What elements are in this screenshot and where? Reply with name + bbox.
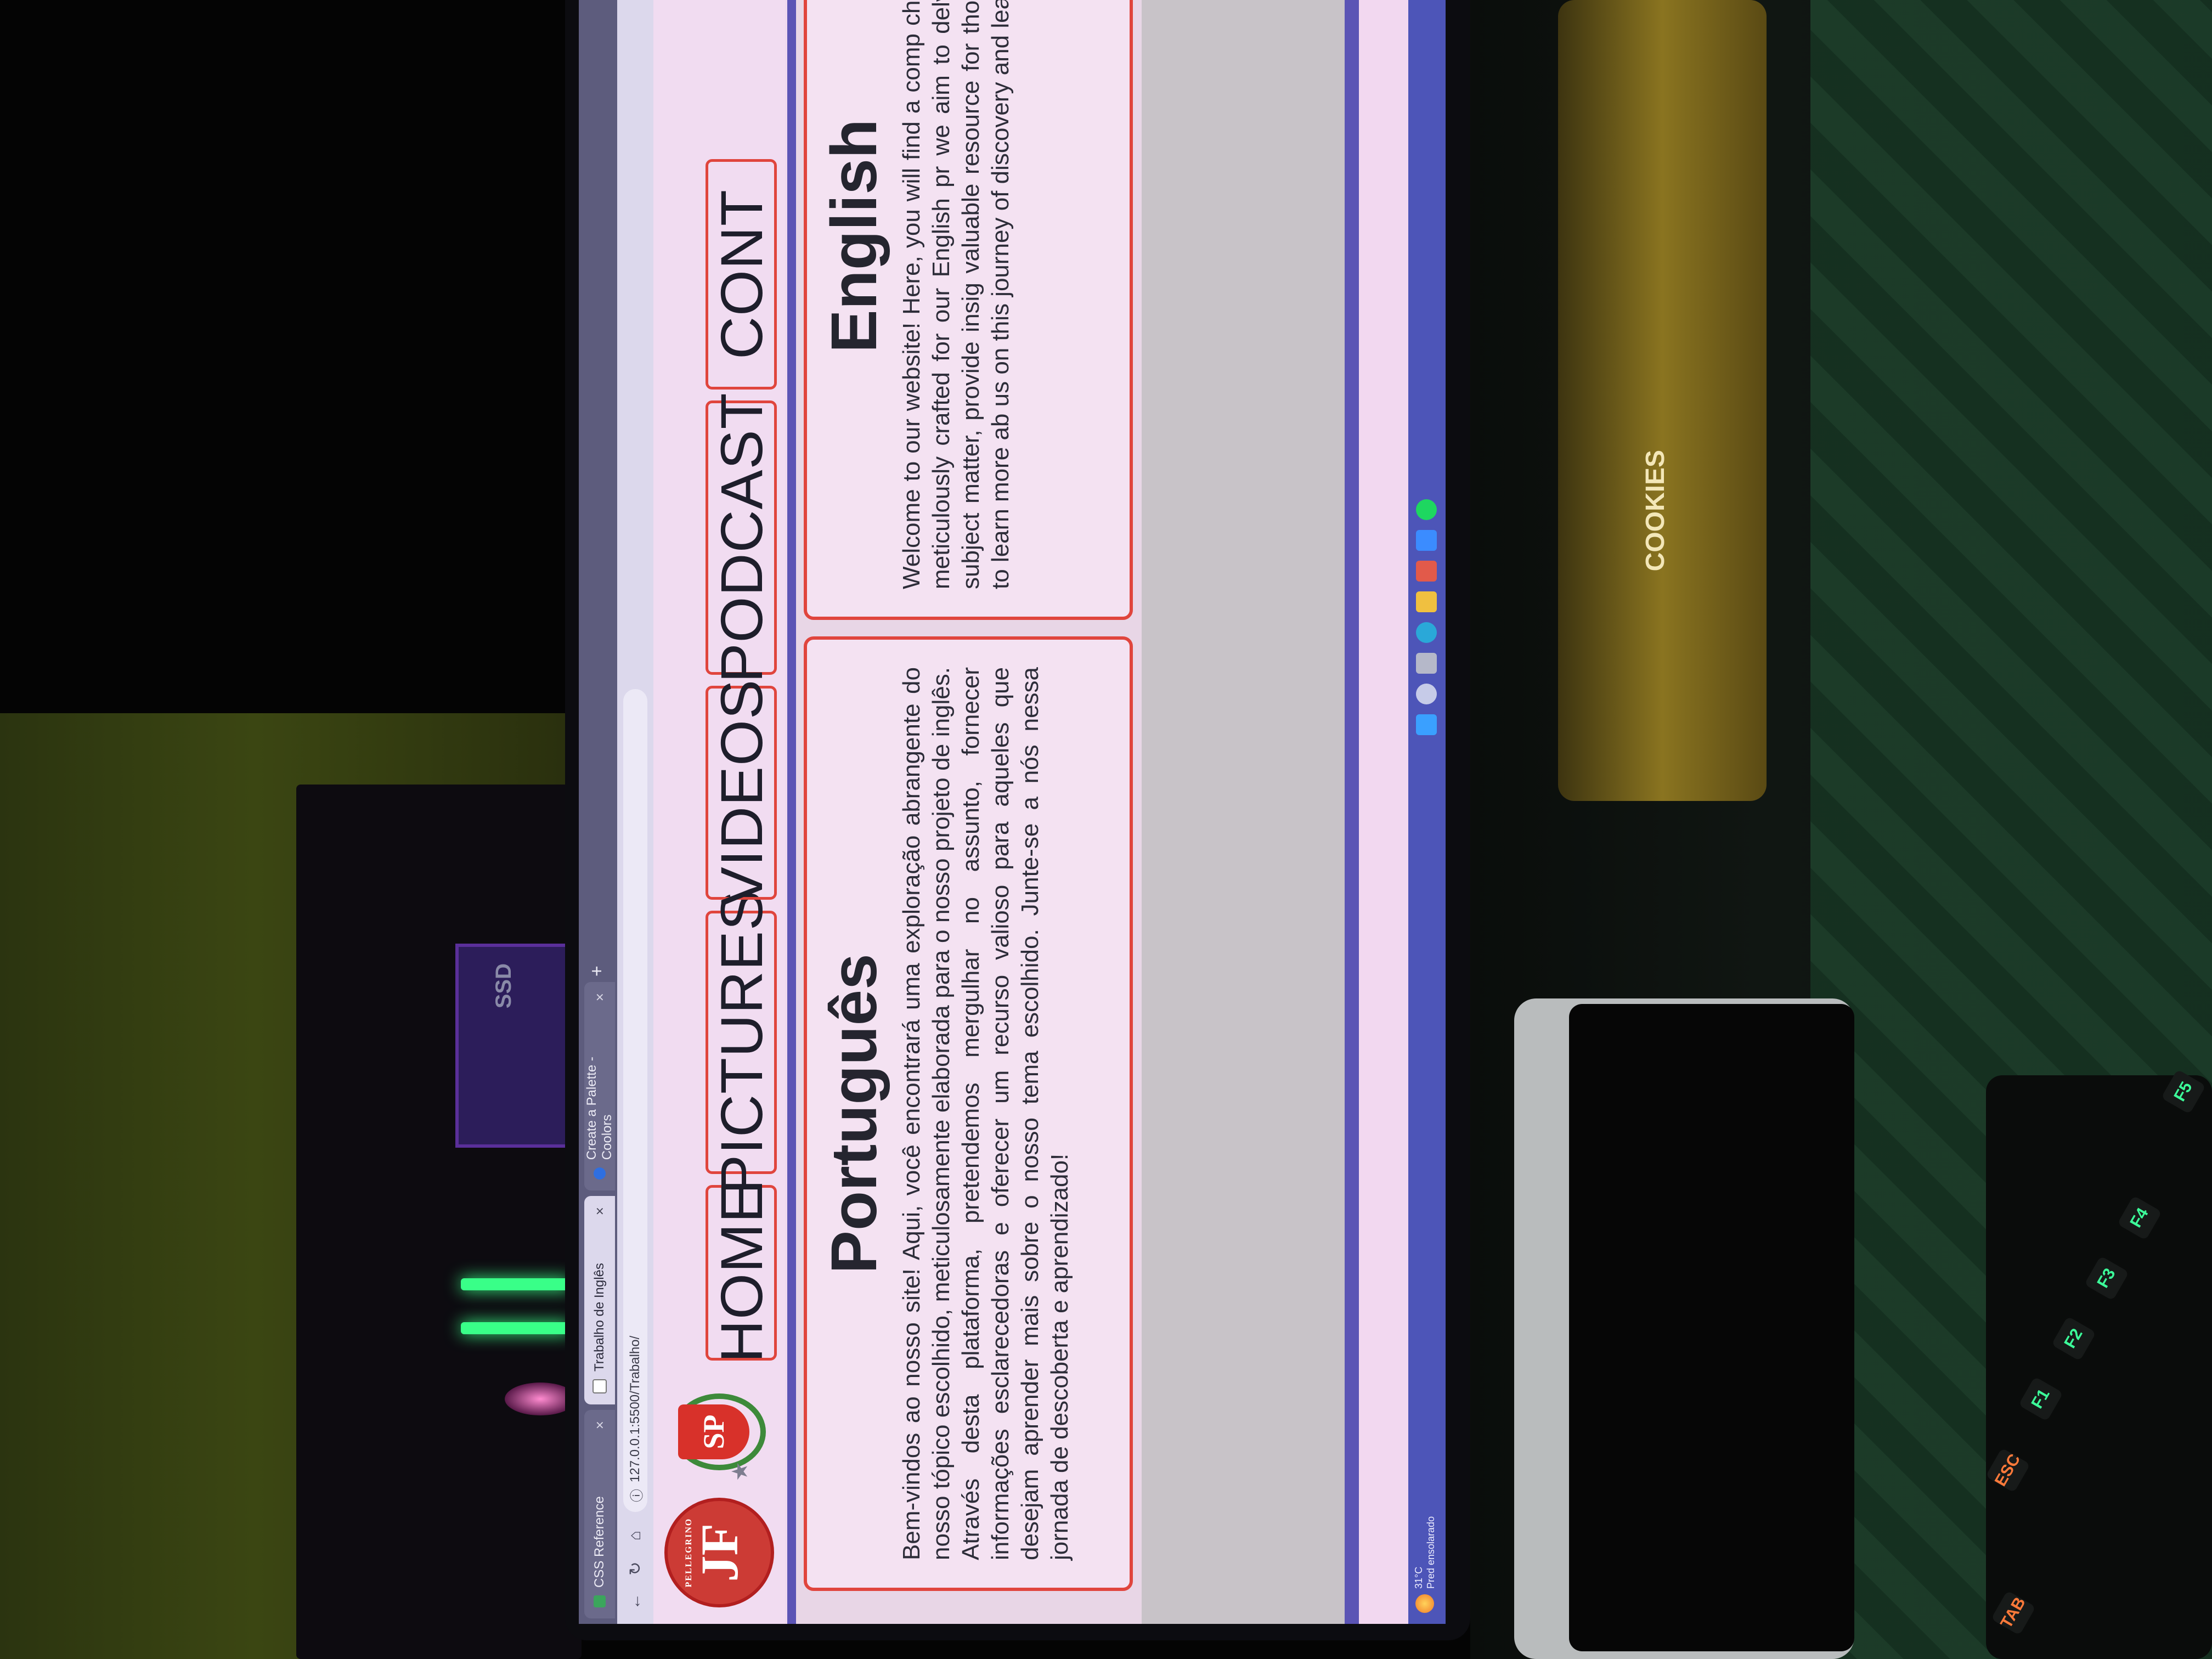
- keyboard: ESC F1 F2 F3 F4 F5 TAB: [1985, 1069, 2212, 1659]
- address-bar[interactable]: ⓘ 127.0.0.1:5500/Trabalho/: [623, 689, 647, 1512]
- nav-videos[interactable]: VIDEOS: [706, 679, 777, 906]
- nav-podcast[interactable]: PODCAST: [706, 392, 777, 683]
- logo-text: JF: [690, 1523, 749, 1582]
- browser-window: CSS Reference × Trabalho de Inglês × Cre…: [579, 0, 1446, 1624]
- tab-css-reference[interactable]: CSS Reference ×: [584, 1410, 615, 1618]
- browser-toolbar: ← ↻ ⌂ ⓘ 127.0.0.1:5500/Trabalho/: [617, 0, 653, 1624]
- windows-taskbar: 31°C Pred ensolarado: [1408, 0, 1446, 1624]
- home-icon[interactable]: ⌂: [626, 1526, 645, 1545]
- logo-caption: PELLEGRINO: [684, 1517, 693, 1588]
- ssd-label: SSD: [492, 963, 516, 1009]
- key-f5: F5: [2161, 1069, 2206, 1114]
- content-area: Português Bem-vindos ao nosso site! Aqui…: [796, 0, 1142, 1624]
- tab-label: Trabalho de Inglês: [592, 1263, 607, 1372]
- star-icon: ★: [728, 1462, 752, 1481]
- close-icon[interactable]: ×: [591, 1421, 608, 1429]
- store-icon[interactable]: [1416, 561, 1437, 582]
- monitor-screen: CSS Reference × Trabalho de Inglês × Cre…: [579, 0, 1446, 1624]
- empty-section: [1142, 0, 1345, 1624]
- key-tab: TAB: [1991, 1590, 2036, 1635]
- card-title: English: [818, 119, 890, 353]
- nav-home[interactable]: HOME: [706, 1183, 777, 1363]
- browser-tab-bar: CSS Reference × Trabalho de Inglês × Cre…: [579, 0, 617, 1624]
- file-explorer-icon[interactable]: [1416, 591, 1437, 612]
- task-view-icon[interactable]: [1416, 653, 1437, 674]
- footer-divider: [1345, 0, 1359, 1624]
- snack-package: COOKIES: [1558, 0, 1767, 801]
- card-body: Bem-vindos ao nosso site! Aqui, você enc…: [898, 667, 1073, 1560]
- back-icon[interactable]: ←: [626, 1592, 645, 1611]
- card-title: Português: [818, 953, 890, 1274]
- document-icon: [592, 1379, 607, 1393]
- tab-label: CSS Reference: [592, 1496, 607, 1588]
- nav-pictures[interactable]: PICTURES: [706, 890, 777, 1194]
- pc-led-strip: [461, 1322, 571, 1334]
- info-icon: ⓘ: [629, 1489, 645, 1502]
- snack-label: COOKIES: [1641, 450, 1670, 572]
- reload-icon[interactable]: ↻: [626, 1559, 645, 1578]
- main-nav: HOME PICTURES VIDEOS PODCAST CONT: [653, 0, 785, 1363]
- coolors-icon: [594, 1167, 606, 1180]
- nav-contact[interactable]: CONT: [706, 159, 777, 390]
- pc-case: [296, 785, 582, 1659]
- card-english: English Welcome to our website! Here, yo…: [804, 0, 1133, 620]
- sp-coat-of-arms-logo: SP ★: [667, 1383, 771, 1481]
- weather-widget[interactable]: 31°C Pred ensolarado: [1413, 1516, 1437, 1613]
- key-esc: ESC: [1985, 1448, 2030, 1493]
- website: PELLEGRINO JF SP ★ HOME PICTURES VIDEOS …: [653, 0, 1446, 1624]
- tab-coolors[interactable]: Create a Palette - Coolors ×: [584, 982, 615, 1190]
- edge-icon[interactable]: [1416, 622, 1437, 643]
- ssd-drive: SSD: [455, 944, 572, 1148]
- w3-icon: [594, 1595, 606, 1607]
- site-header: PELLEGRINO JF SP ★ HOME PICTURES VIDEOS …: [653, 0, 785, 1624]
- weather-temp: 31°C: [1413, 1566, 1424, 1589]
- pc-led-strip: [461, 1278, 571, 1290]
- weather-desc: Pred ensolarado: [1425, 1516, 1436, 1589]
- card-body: Welcome to our website! Here, you will f…: [898, 0, 1014, 589]
- tab-label: Create a Palette - Coolors: [584, 1057, 614, 1160]
- vscode-icon[interactable]: [1416, 530, 1437, 551]
- spotify-icon[interactable]: [1416, 499, 1437, 520]
- close-icon[interactable]: ×: [591, 1207, 608, 1215]
- close-icon[interactable]: ×: [591, 993, 608, 1001]
- address-text: 127.0.0.1:5500/Trabalho/: [628, 1335, 642, 1482]
- windows-start-icon[interactable]: [1416, 714, 1437, 735]
- sun-icon: [1415, 1594, 1434, 1613]
- search-icon[interactable]: [1416, 684, 1437, 704]
- card-portuguese: Português Bem-vindos ao nosso site! Aqui…: [804, 636, 1133, 1591]
- key-f3: F3: [2084, 1256, 2129, 1301]
- key-f1: F1: [2018, 1376, 2063, 1421]
- key-f4: F4: [2117, 1195, 2162, 1240]
- tab-trabalho[interactable]: Trabalho de Inglês ×: [584, 1196, 615, 1404]
- new-tab-icon[interactable]: +: [586, 966, 608, 977]
- school-logo-jf: PELLEGRINO JF: [664, 1498, 774, 1607]
- sp-shield: SP: [678, 1404, 749, 1459]
- header-divider: [787, 0, 796, 1624]
- key-f2: F2: [2051, 1316, 2096, 1361]
- tablet-screen: [1569, 1004, 1854, 1651]
- taskbar-icons: [1416, 499, 1437, 735]
